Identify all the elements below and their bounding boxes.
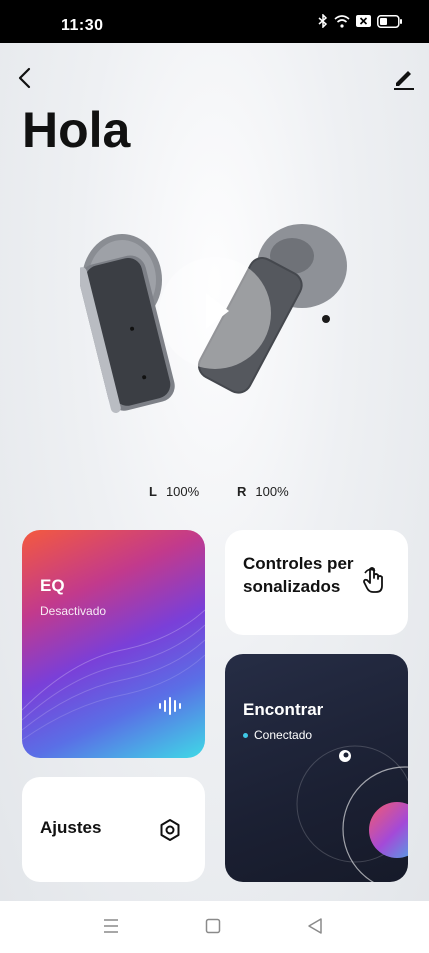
status-icons — [318, 14, 403, 28]
back-arrow-icon — [18, 67, 31, 89]
eq-wave-decoration — [22, 609, 205, 741]
find-card[interactable]: Encontrar Conectado — [225, 654, 408, 882]
battery-right-level: 100% — [255, 484, 289, 499]
settings-card[interactable]: Ajustes — [22, 777, 205, 882]
edit-button[interactable] — [391, 65, 417, 91]
menu-icon[interactable] — [103, 916, 119, 936]
battery-left: L 100% — [149, 484, 199, 499]
sim-icon — [356, 15, 371, 27]
custom-controls-label: Controles per sonalizados — [243, 554, 354, 596]
back-icon[interactable] — [307, 916, 323, 936]
battery-right-side: R — [237, 484, 247, 499]
status-bar: 11:30 — [0, 0, 429, 43]
status-time: 11:30 — [61, 17, 104, 34]
radar-icon — [296, 745, 408, 882]
eq-card[interactable]: EQ Desactivado — [22, 530, 205, 758]
eq-status: Desactivado — [40, 604, 107, 618]
battery-icon — [377, 14, 402, 28]
back-button[interactable] — [12, 65, 38, 91]
earbuds-image — [80, 224, 347, 414]
find-status: Conectado — [243, 728, 312, 742]
settings-icon — [160, 819, 180, 841]
battery-left-level: 100% — [165, 484, 200, 499]
sound-wave-icon — [159, 697, 181, 715]
settings-label: Ajustes — [40, 818, 102, 837]
edit-icon — [394, 71, 414, 90]
page-title: Hola — [22, 102, 131, 158]
find-status-text: Conectado — [254, 728, 313, 742]
system-nav-bar — [0, 901, 429, 953]
home-screen: Hola L 100% R 100% EQ Desactivado Contro… — [0, 43, 429, 901]
touch-hand-icon — [363, 567, 383, 593]
battery-right: R 100% — [237, 484, 289, 499]
wifi-icon — [334, 14, 350, 28]
home-icon[interactable] — [205, 916, 221, 936]
find-label: Encontrar — [243, 700, 324, 719]
bluetooth-icon — [318, 14, 328, 28]
status-dot — [243, 732, 248, 738]
custom-controls-card[interactable]: Controles per sonalizados — [225, 530, 408, 635]
eq-label: EQ — [40, 576, 65, 595]
battery-left-side: L — [149, 484, 157, 499]
